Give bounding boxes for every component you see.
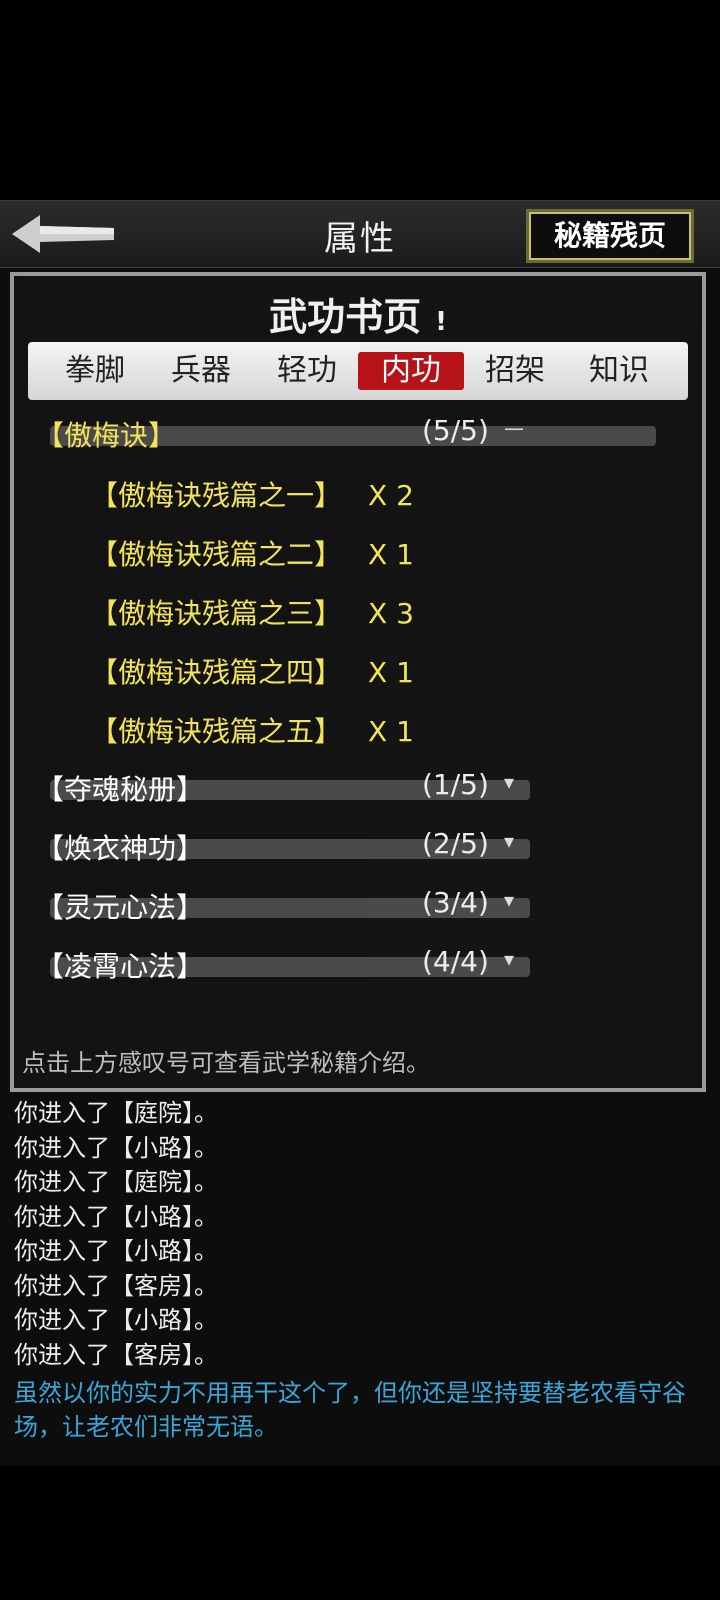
fragment-name: 【傲梅诀残篇之二】 bbox=[90, 538, 343, 571]
group-lingxiao-xinfa[interactable]: 【凌霄心法】 (4/4) ▾ bbox=[36, 945, 656, 983]
log-line: 你进入了【小路】。 bbox=[14, 1202, 218, 1231]
chevron-down-icon[interactable]: ▾ bbox=[504, 829, 514, 853]
chevron-down-icon[interactable]: ▾ bbox=[504, 888, 514, 912]
group-lingyuan-xinfa[interactable]: 【灵元心法】 (3/4) ▾ bbox=[36, 886, 656, 924]
group-duohun-mice[interactable]: 【夺魂秘册】 (1/5) ▾ bbox=[36, 768, 656, 806]
story-message: 虽然以你的实力不用再干这个了，但你还是坚持要替老农看守谷场，让老农们非常无语。 bbox=[14, 1379, 686, 1441]
log-line: 你进入了【庭院】。 bbox=[14, 1099, 218, 1127]
fragment-item: 【傲梅诀残篇之四】 X 1 bbox=[90, 651, 414, 691]
group-count: (4/4) bbox=[422, 945, 489, 978]
group-count: (1/5) bbox=[422, 768, 489, 801]
martial-pages-panel: 武功书页! 拳脚 兵器 轻功 内功 招架 知识 【傲梅诀】 (5/5) — 【傲… bbox=[10, 272, 706, 1092]
group-count: (2/5) bbox=[422, 827, 489, 860]
fragment-pages-button[interactable]: 秘籍残页 bbox=[526, 209, 694, 263]
log-line: 你进入了【客房】。 bbox=[14, 1340, 218, 1369]
chevron-down-icon[interactable]: ▾ bbox=[504, 947, 514, 971]
fragment-name: 【傲梅诀残篇之三】 bbox=[90, 597, 343, 630]
panel-title-text: 武功书页 bbox=[269, 295, 422, 339]
chevron-down-icon[interactable]: ▾ bbox=[504, 770, 514, 794]
category-tabs: 拳脚 兵器 轻功 内功 招架 知识 bbox=[28, 342, 688, 400]
group-aomei-jue[interactable]: 【傲梅诀】 (5/5) — bbox=[36, 414, 656, 452]
fragment-name: 【傲梅诀残篇之五】 bbox=[90, 715, 343, 748]
tab-neigong[interactable]: 内功 bbox=[358, 352, 464, 390]
tab-zhishi[interactable]: 知识 bbox=[566, 352, 672, 390]
fragment-item: 【傲梅诀残篇之三】 X 3 bbox=[90, 592, 414, 632]
group-name: 【焕衣神功】 bbox=[36, 832, 205, 865]
fragment-qty: X 1 bbox=[368, 656, 414, 689]
info-exclamation-button[interactable]: ! bbox=[435, 307, 447, 337]
group-count: (5/5) bbox=[422, 414, 489, 447]
tab-zhaojia[interactable]: 招架 bbox=[462, 352, 568, 390]
fragment-qty: X 2 bbox=[368, 479, 414, 512]
log-line: 你进入了【小路】。 bbox=[14, 1133, 218, 1162]
tab-quanjiao[interactable]: 拳脚 bbox=[42, 352, 148, 390]
group-name: 【灵元心法】 bbox=[36, 891, 205, 924]
back-arrow-icon bbox=[12, 215, 114, 253]
group-name: 【夺魂秘册】 bbox=[36, 773, 205, 806]
tab-bingqi[interactable]: 兵器 bbox=[148, 352, 254, 390]
tab-qinggong[interactable]: 轻功 bbox=[254, 352, 360, 390]
fragment-qty: X 1 bbox=[368, 715, 414, 748]
fragment-name: 【傲梅诀残篇之一】 bbox=[90, 479, 343, 512]
group-count: (3/4) bbox=[422, 886, 489, 919]
fragment-qty: X 3 bbox=[368, 597, 414, 630]
log-line: 你进入了【小路】。 bbox=[14, 1237, 218, 1265]
log-line: 你进入了【庭院】。 bbox=[14, 1168, 218, 1196]
log-line: 你进入了【小路】。 bbox=[14, 1306, 218, 1334]
fragment-item: 【傲梅诀残篇之五】 X 1 bbox=[90, 710, 414, 750]
log-line: 你进入了【客房】。 bbox=[14, 1271, 218, 1300]
page-title: 属性 bbox=[324, 219, 396, 259]
message-log: 你进入了【庭院】。 你进入了【小路】。 你进入了【庭院】。 你进入了【小路】。 … bbox=[14, 1096, 704, 1372]
fragment-name: 【傲梅诀残篇之四】 bbox=[90, 656, 343, 689]
group-huanyi-shengong[interactable]: 【焕衣神功】 (2/5) ▾ bbox=[36, 827, 656, 865]
fragment-item: 【傲梅诀残篇之一】 X 2 bbox=[90, 474, 414, 514]
fragment-qty: X 1 bbox=[368, 538, 414, 571]
hint-text: 点击上方感叹号可查看武学秘籍介绍。 bbox=[22, 1049, 430, 1077]
group-name: 【傲梅诀】 bbox=[36, 419, 177, 452]
collapse-icon[interactable]: — bbox=[504, 416, 524, 440]
back-button[interactable] bbox=[10, 211, 120, 257]
group-name: 【凌霄心法】 bbox=[36, 950, 205, 983]
top-bar: 属性 秘籍残页 bbox=[0, 200, 720, 268]
panel-title: 武功书页! bbox=[14, 286, 702, 341]
fragment-item: 【傲梅诀残篇之二】 X 1 bbox=[90, 533, 414, 573]
